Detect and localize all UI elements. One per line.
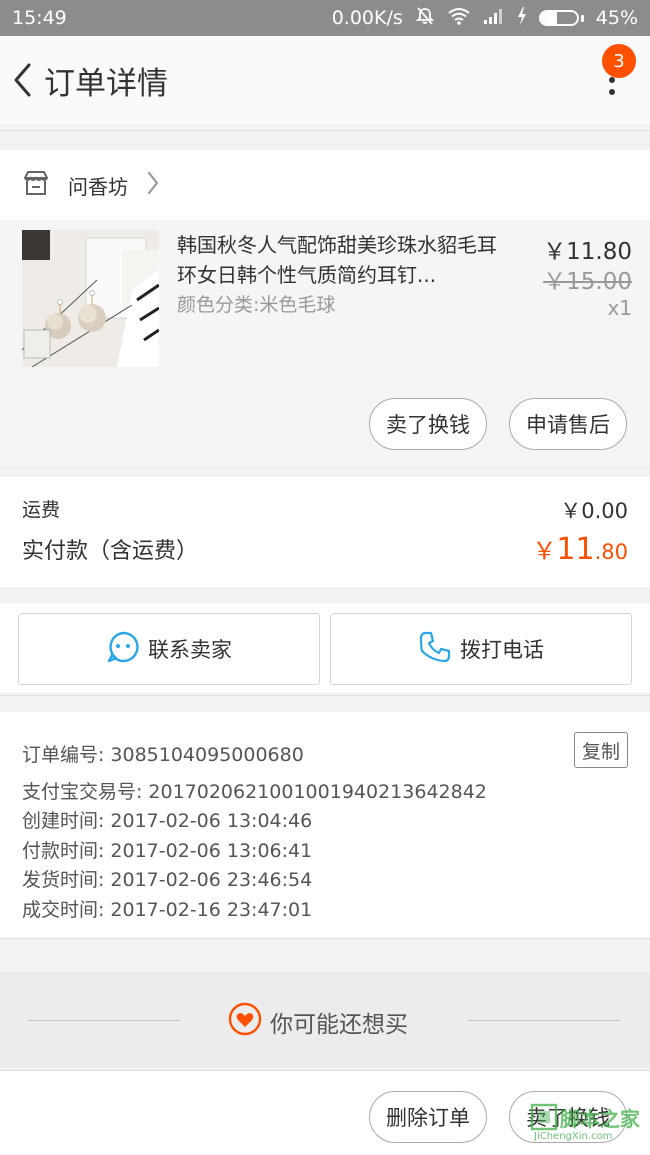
shop-name: 问香坊 xyxy=(68,174,128,199)
charging-icon xyxy=(517,6,527,30)
info-label: 付款时间: xyxy=(22,840,105,862)
contact-actions: 联系卖家 拨打电话 xyxy=(0,603,650,693)
info-label: 订单编号: xyxy=(22,744,105,766)
paid-amount-value: ￥ 11.80 xyxy=(532,531,628,567)
shipping-label: 运费 xyxy=(22,499,61,521)
battery-percent: 45% xyxy=(595,7,638,29)
paid-currency: ￥ xyxy=(532,537,557,565)
watermark-text: 脚本之家 xyxy=(560,1107,640,1131)
divider xyxy=(0,938,650,939)
more-dot xyxy=(609,77,615,83)
product-price: ￥11.80 xyxy=(543,239,632,265)
paid-time: 2017-02-06 13:06:41 xyxy=(110,840,313,862)
info-label: 发货时间: xyxy=(22,869,105,891)
product-original-price: ￥15.00 xyxy=(543,269,632,295)
info-label: 创建时间: xyxy=(22,810,105,832)
recommendation-title: 你可能还想买 xyxy=(228,1002,408,1042)
order-info: 订单编号: 3085104095000680 复制 支付宝交易号: 20170206… xyxy=(0,712,650,938)
alipay-number-row: 支付宝交易号: 2017020621001001940213642842 xyxy=(22,777,487,804)
heart-icon xyxy=(228,1002,262,1042)
copy-button[interactable]: 复制 xyxy=(574,732,628,768)
battery-icon xyxy=(538,10,584,26)
contact-seller-button[interactable]: 联系卖家 xyxy=(18,613,320,685)
divider xyxy=(0,130,650,131)
notification-badge: 3 xyxy=(602,44,636,78)
alipay-number: 2017020621001001940213642842 xyxy=(148,781,487,803)
recommendation-header: 你可能还想买 xyxy=(0,972,650,1068)
divider xyxy=(468,1020,620,1021)
product-quantity: x1 xyxy=(607,296,632,320)
product-title[interactable]: 韩国秋冬人气配饰甜美珍珠水貂毛耳环女日韩个性气质简约耳钉... xyxy=(177,230,507,290)
created-time: 2017-02-06 13:04:46 xyxy=(110,810,313,832)
store-icon xyxy=(22,170,50,200)
wifi-icon xyxy=(447,6,471,31)
status-right: 0.00K/s 45% xyxy=(332,6,638,31)
silent-icon xyxy=(415,6,435,31)
sell-for-cash-button[interactable]: 卖了换钱 xyxy=(369,398,487,450)
paid-integer: 11 xyxy=(556,532,595,567)
paid-decimal: .80 xyxy=(594,540,628,564)
phone-icon xyxy=(418,630,452,669)
contact-seller-label: 联系卖家 xyxy=(148,638,232,662)
recommendation-label: 你可能还想买 xyxy=(270,1012,408,1038)
status-bar: 15:49 0.00K/s 45% xyxy=(0,0,650,36)
paid-time-row: 付款时间: 2017-02-06 13:06:41 xyxy=(22,836,312,863)
divider xyxy=(28,1020,180,1021)
shipped-time: 2017-02-06 23:46:54 xyxy=(110,869,313,891)
info-label: 成交时间: xyxy=(22,899,105,921)
shipped-time-row: 发货时间: 2017-02-06 23:46:54 xyxy=(22,865,312,892)
created-time-row: 创建时间: 2017-02-06 13:04:46 xyxy=(22,806,312,833)
shop-row[interactable]: 问香坊 xyxy=(0,150,650,220)
call-phone-button[interactable]: 拨打电话 xyxy=(330,613,632,685)
status-time: 15:49 xyxy=(12,7,67,29)
paid-amount-label: 实付款（含运费） xyxy=(22,539,199,564)
request-aftersale-button[interactable]: 申请售后 xyxy=(509,398,627,450)
chevron-right-icon xyxy=(146,170,160,200)
chevron-left-icon xyxy=(14,63,31,97)
more-dot xyxy=(609,89,615,95)
divider xyxy=(0,695,650,696)
signal-icon xyxy=(483,7,505,30)
back-button[interactable] xyxy=(2,36,42,124)
order-item[interactable]: 韩国秋冬人气配饰甜美珍珠水貂毛耳环女日韩个性气质简约耳钉... 颜色分类:米色毛… xyxy=(0,220,650,465)
info-label: 支付宝交易号: xyxy=(22,781,143,803)
nav-bar: 订单详情 3 xyxy=(0,36,650,124)
site-watermark: 脚本之家 JiChengXin.com xyxy=(528,1101,646,1149)
completed-time: 2017-02-16 23:47:01 xyxy=(110,899,313,921)
product-sku: 颜色分类:米色毛球 xyxy=(177,294,336,316)
fee-summary: 运费 ￥0.00 实付款（含运费） ￥ 11.80 xyxy=(0,477,650,587)
product-image[interactable] xyxy=(22,230,159,367)
completed-time-row: 成交时间: 2017-02-16 23:47:01 xyxy=(22,895,312,922)
shipping-value: ￥0.00 xyxy=(560,499,628,523)
order-number-row: 订单编号: 3085104095000680 xyxy=(22,740,304,767)
bottom-action-bar: 删除订单 卖了换钱 脚本之家 JiChengXin.com xyxy=(0,1070,650,1155)
order-number: 3085104095000680 xyxy=(110,744,304,766)
network-speed: 0.00K/s xyxy=(331,7,403,29)
call-phone-label: 拨打电话 xyxy=(460,638,544,662)
chat-icon xyxy=(106,630,140,669)
delete-order-button[interactable]: 删除订单 xyxy=(369,1091,487,1143)
page-title: 订单详情 xyxy=(44,65,168,102)
watermark-sub: JiChengXin.com xyxy=(534,1131,613,1142)
